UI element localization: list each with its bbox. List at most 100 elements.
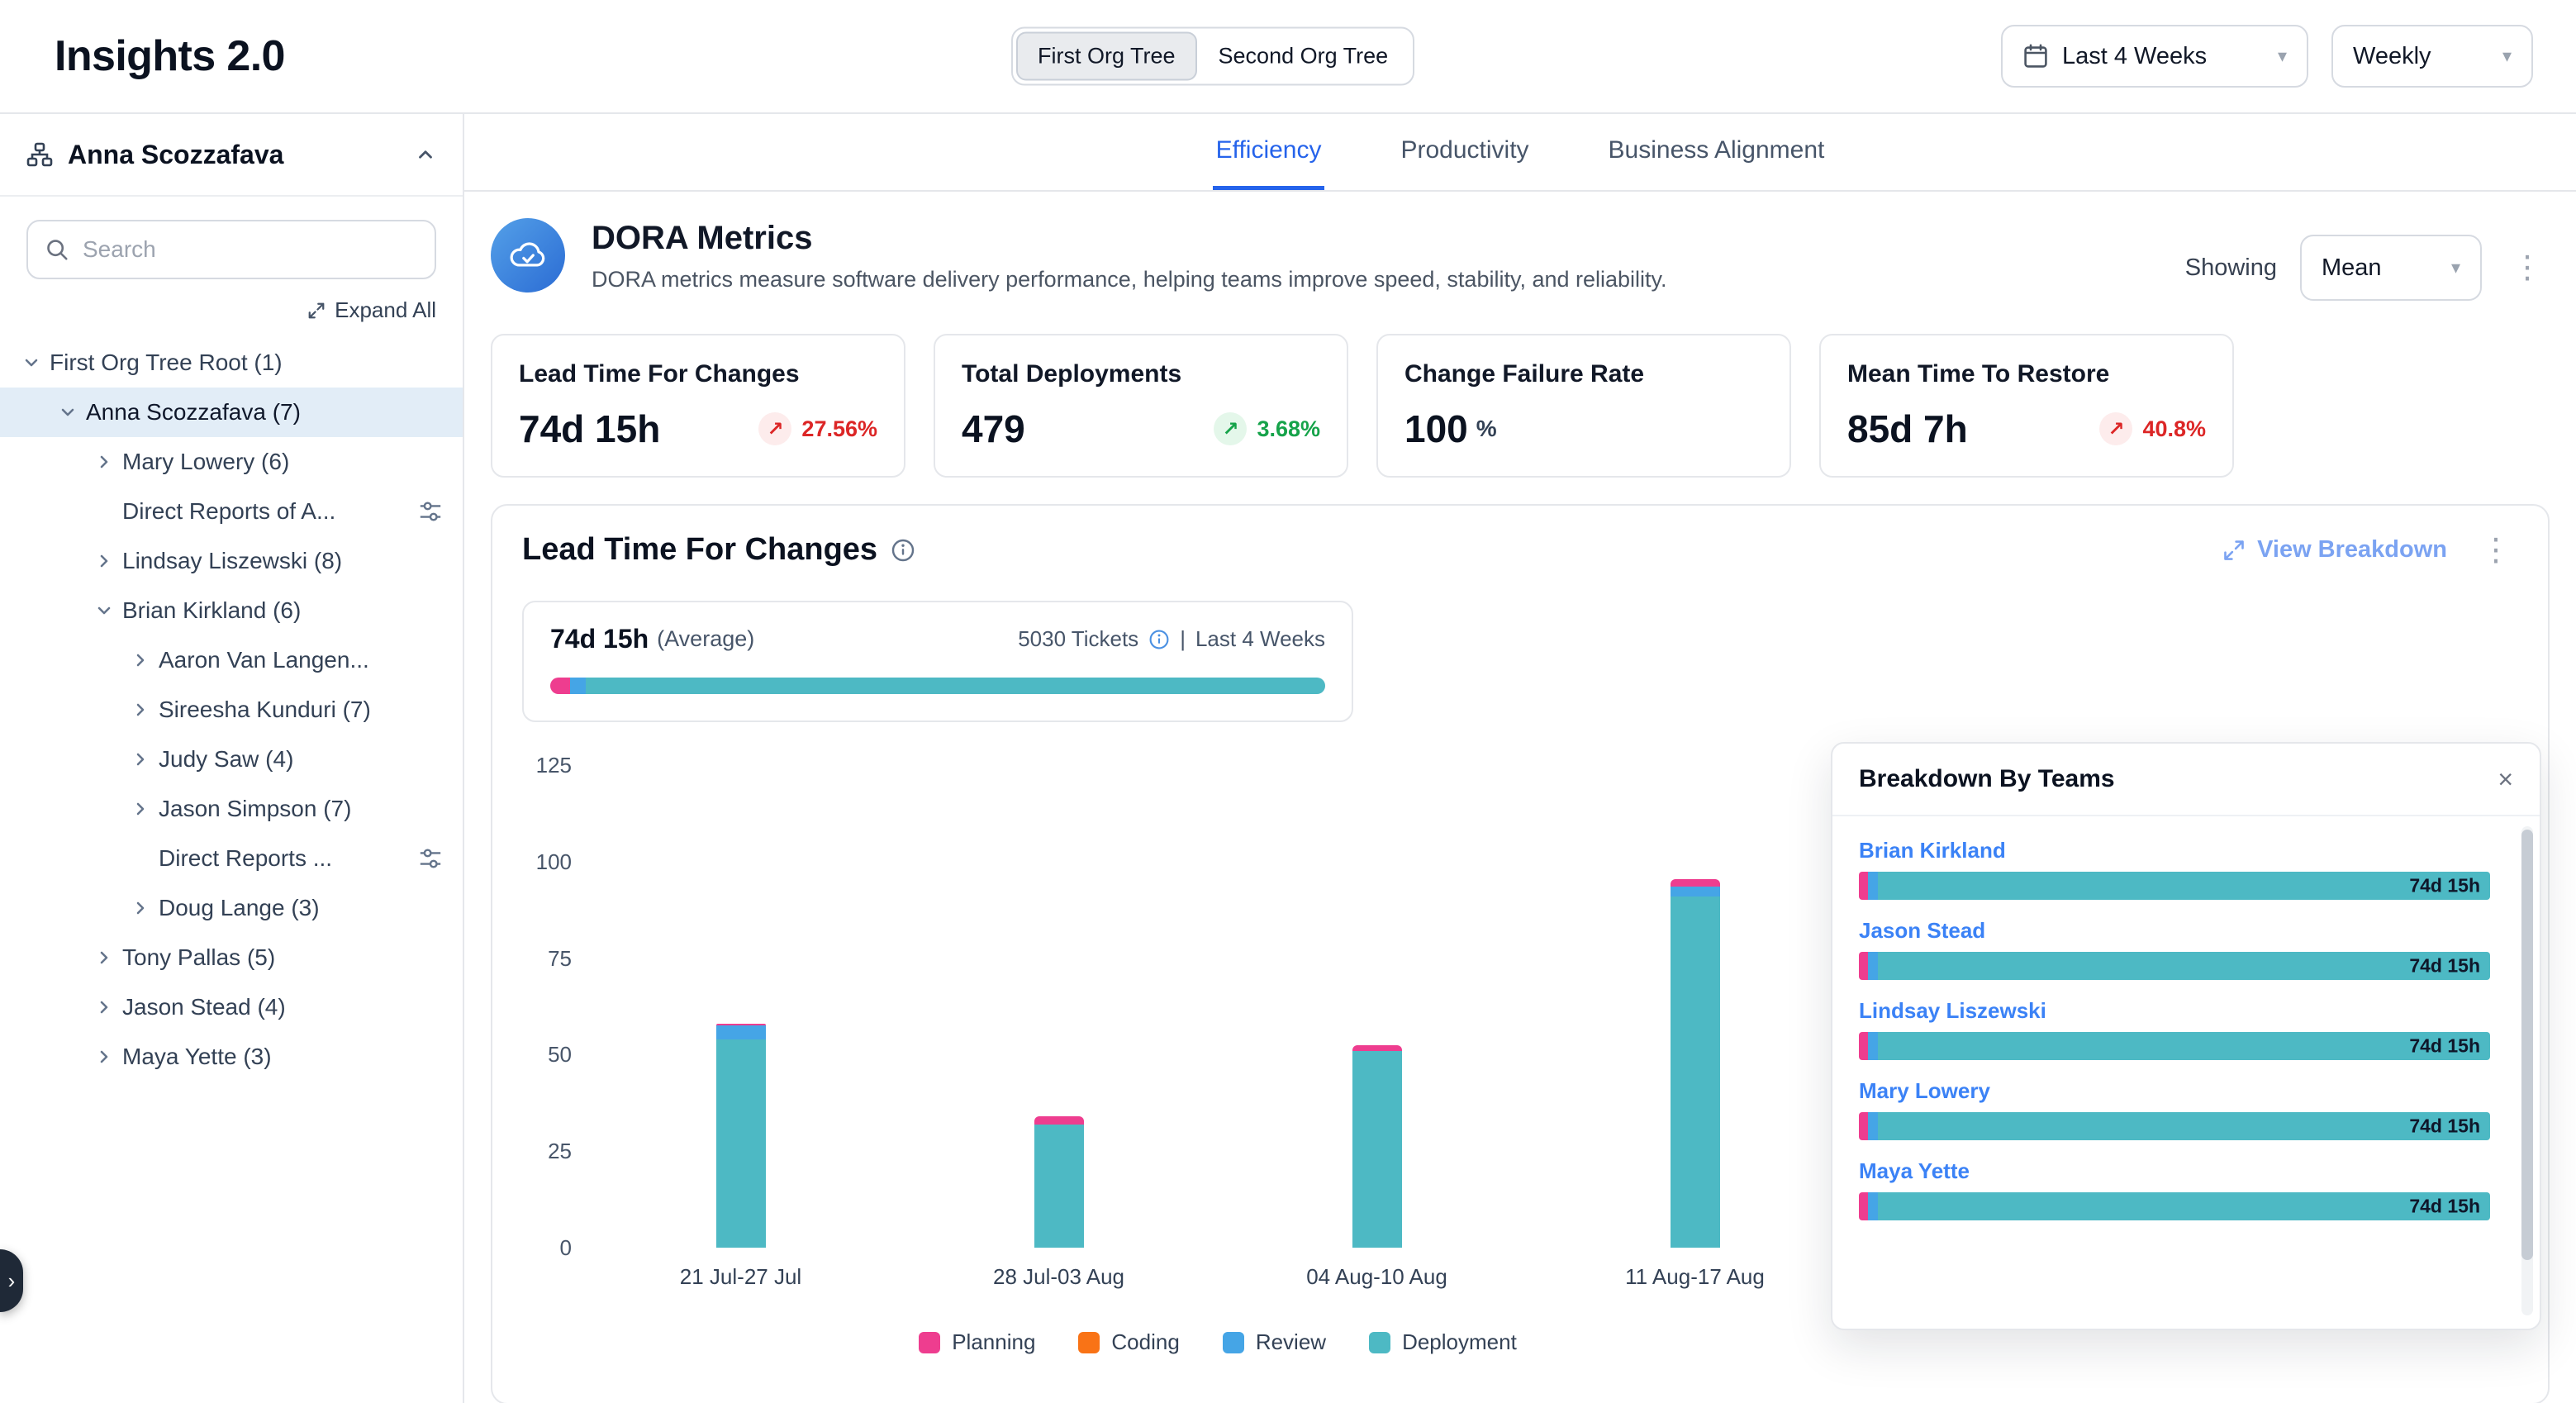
tree-item-jason-stead-4[interactable]: Jason Stead (4) (0, 982, 463, 1032)
team-bar-segment-deployment (1878, 1032, 2490, 1060)
stacked-bar-11-aug-17-aug[interactable] (1671, 879, 1720, 1248)
sidebar-header[interactable]: Anna Scozzafava (0, 114, 463, 197)
tree-item-judy-saw-4[interactable]: Judy Saw (4) (0, 735, 463, 784)
tree-item-lindsay-liszewski-8[interactable]: Lindsay Liszewski (8) (0, 536, 463, 586)
kebab-menu-icon[interactable]: ⋮ (2474, 535, 2518, 566)
x-tick-label: 11 Aug-17 Aug (1536, 1264, 1854, 1290)
metric-value: 479 (962, 407, 1025, 451)
lead-time-header: Lead Time For Changes View Breakdown ⋮ (522, 532, 2518, 568)
legend-swatch (919, 1332, 940, 1353)
expand-all-button[interactable]: Expand All (0, 283, 463, 331)
tree-item-brian-kirkland-6[interactable]: Brian Kirkland (6) (0, 586, 463, 635)
granularity-select[interactable]: Weekly ▾ (2331, 25, 2533, 88)
tab-productivity[interactable]: Productivity (1397, 114, 1532, 190)
scrollbar-track (2521, 826, 2533, 1315)
team-lead-time-bar[interactable]: 74d 15h (1859, 1032, 2490, 1060)
kebab-menu-icon[interactable]: ⋮ (2505, 252, 2550, 283)
org-toggle-first-org-tree[interactable]: First Org Tree (1016, 32, 1197, 81)
y-axis-labels: 0255075100125 (522, 765, 572, 1248)
metric-value: 100 (1404, 407, 1468, 451)
tree-item-anna-scozzafava-7[interactable]: Anna Scozzafava (7) (0, 388, 463, 437)
chevron-down-icon[interactable] (89, 601, 119, 621)
chevron-right-icon[interactable] (126, 700, 155, 720)
view-breakdown-button[interactable]: View Breakdown (2222, 536, 2447, 564)
org-toggle-second-org-tree[interactable]: Second Org Tree (1197, 32, 1410, 81)
dora-description: DORA metrics measure software delivery p… (592, 267, 1667, 292)
tree-item-aaron-van-langen[interactable]: Aaron Van Langen... (0, 635, 463, 685)
tree-item-label: Brian Kirkland (6) (122, 597, 301, 624)
chevron-right-icon[interactable] (126, 898, 155, 918)
legend-item-coding[interactable]: Coding (1078, 1329, 1179, 1355)
legend-item-deployment[interactable]: Deployment (1369, 1329, 1517, 1355)
tree-item-sireesha-kunduri-7[interactable]: Sireesha Kunduri (7) (0, 685, 463, 735)
scrollbar-thumb[interactable] (2521, 830, 2533, 1260)
chevron-down-icon[interactable] (17, 353, 46, 373)
breakdown-panel-body: Brian Kirkland 74d 15h Jason Stead 74d 15h L… (1832, 816, 2540, 1234)
metric-card-change-failure-rate: Change Failure Rate100% (1376, 334, 1791, 478)
team-lead-time-bar[interactable]: 74d 15h (1859, 872, 2490, 900)
team-lead-time-bar[interactable]: 74d 15h (1859, 1192, 2490, 1220)
team-lead-time-bar[interactable]: 74d 15h (1859, 952, 2490, 980)
tree-item-first-org-tree-root-1[interactable]: First Org Tree Root (1) (0, 338, 463, 388)
chevron-right-icon[interactable] (126, 650, 155, 670)
chevron-right-icon[interactable] (89, 452, 119, 472)
stacked-bar-04-aug-10-aug[interactable] (1352, 1045, 1402, 1248)
tab-business-alignment[interactable]: Business Alignment (1605, 114, 1828, 190)
breakdown-by-teams-panel: Breakdown By Teams × Brian Kirkland74d 1… (1831, 742, 2541, 1330)
tab-efficiency[interactable]: Efficiency (1213, 114, 1325, 190)
y-tick-label: 125 (536, 752, 572, 778)
summary-meta: 5030 Tickets | Last 4 Weeks (1018, 626, 1325, 652)
chevron-right-icon[interactable] (89, 997, 119, 1017)
team-name-link[interactable]: Maya Yette (1859, 1158, 2490, 1184)
chevron-right-icon[interactable] (89, 1047, 119, 1067)
filter-sliders-icon[interactable] (418, 499, 443, 524)
chevron-up-icon[interactable] (415, 144, 436, 165)
phase-distribution-bar (550, 678, 1325, 694)
team-name-link[interactable]: Mary Lowery (1859, 1078, 2490, 1104)
info-icon[interactable] (891, 538, 915, 563)
tree-item-direct-reports-of-a[interactable]: Direct Reports of A... (0, 487, 463, 536)
date-range-select[interactable]: Last 4 Weeks ▾ (2001, 25, 2308, 88)
tree-item-jason-simpson-7[interactable]: Jason Simpson (7) (0, 784, 463, 834)
filter-sliders-icon[interactable] (418, 846, 443, 871)
team-name-link[interactable]: Lindsay Liszewski (1859, 998, 2490, 1024)
chevron-right-icon[interactable] (126, 749, 155, 769)
tree-item-doug-lange-3[interactable]: Doug Lange (3) (0, 883, 463, 933)
team-bar-segment-deployment (1878, 1112, 2490, 1140)
team-bar-segment-review (1868, 1112, 1877, 1140)
search-input[interactable] (83, 236, 418, 263)
team-name-link[interactable]: Jason Stead (1859, 918, 2490, 944)
team-bar-segment-planning (1859, 872, 1868, 900)
close-icon[interactable]: × (2498, 766, 2513, 792)
tree-item-tony-pallas-5[interactable]: Tony Pallas (5) (0, 933, 463, 982)
bar-segment-review (716, 1025, 766, 1039)
legend-label: Coding (1111, 1329, 1179, 1355)
main-area: Efficiency Productivity Business Alignment… (464, 114, 2576, 1403)
dora-cloud-icon (491, 218, 565, 292)
metric-value: 74d 15h (519, 407, 660, 451)
legend-item-planning[interactable]: Planning (919, 1329, 1035, 1355)
chevron-right-icon[interactable] (89, 551, 119, 571)
metric-card-title: Lead Time For Changes (519, 360, 877, 388)
stacked-bar-28-jul-03-aug[interactable] (1034, 1116, 1084, 1248)
stacked-bar-21-jul-27-jul[interactable] (716, 1024, 766, 1248)
tree-item-direct-reports[interactable]: Direct Reports ... (0, 834, 463, 883)
tree-item-label: Aaron Van Langen... (159, 647, 369, 673)
tree-item-maya-yette-3[interactable]: Maya Yette (3) (0, 1032, 463, 1082)
team-name-link[interactable]: Brian Kirkland (1859, 838, 2490, 863)
lead-time-title: Lead Time For Changes (522, 532, 877, 568)
aggregation-value: Mean (2322, 254, 2382, 282)
chevron-down-icon[interactable] (53, 402, 83, 422)
team-lead-time-bar[interactable]: 74d 15h (1859, 1112, 2490, 1140)
team-bar-segment-deployment (1878, 952, 2490, 980)
aggregation-select[interactable]: Mean ▾ (2300, 235, 2482, 301)
chevron-right-icon[interactable] (89, 948, 119, 968)
legend-item-review[interactable]: Review (1223, 1329, 1326, 1355)
metric-delta-value: 27.56% (801, 416, 877, 442)
distribution-segment-review (570, 678, 586, 694)
chevron-right-icon[interactable] (126, 799, 155, 819)
info-icon[interactable] (1148, 629, 1170, 650)
team-bar-segment-planning (1859, 1032, 1868, 1060)
average-label: (Average) (657, 626, 754, 652)
tree-item-mary-lowery-6[interactable]: Mary Lowery (6) (0, 437, 463, 487)
